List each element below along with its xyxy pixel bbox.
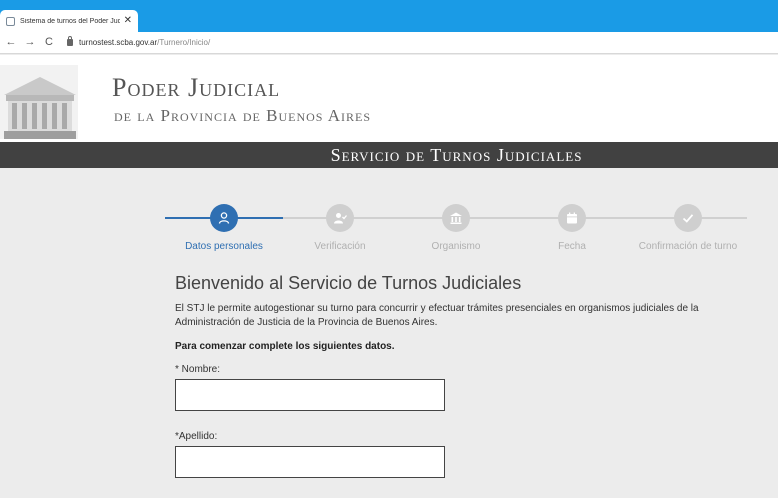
browser-tab-bar: Sistema de turnos del Poder Judic ✕ [0,0,778,32]
courthouse-logo [0,65,78,139]
org-subtitle: de la Provincia de Buenos Aires [114,106,372,125]
check-icon [674,204,702,232]
step-label: Datos personales [185,241,263,252]
url-field[interactable]: turnostest.scba.gov.ar/Turnero/Inicio/ [79,38,210,47]
step-label: Confirmación de turno [638,241,738,252]
apellido-input[interactable] [175,446,445,478]
url-path: /Turnero/Inicio/ [157,38,211,47]
person-icon [210,204,238,232]
step-label: Fecha [558,241,586,252]
intro-text: El STJ le permite autogestionar su turno… [175,302,715,330]
nombre-input[interactable] [175,379,445,411]
url-host: turnostest.scba.gov.ar [79,38,158,47]
intro-line: El STJ le permite autogestionar su turno… [175,303,699,314]
favicon-icon [6,16,15,26]
org-title: Poder Judicial [112,73,281,102]
back-arrow-icon[interactable]: ← [3,37,19,48]
apellido-label: *Apellido: [175,431,218,442]
reload-icon[interactable]: C [41,37,57,48]
service-title: Servicio de Turnos Judiciales [330,145,583,165]
form-instruction: Para comenzar complete los siguientes da… [175,341,395,352]
browser-tab[interactable]: Sistema de turnos del Poder Judic ✕ [0,10,138,32]
close-tab-icon[interactable]: ✕ [124,16,132,26]
building-icon [442,204,470,232]
lock-icon [67,36,73,46]
tab-title: Sistema de turnos del Poder Judic [20,17,120,25]
site-header: Poder Judicial de la Provincia de Buenos… [0,55,778,142]
address-bar: ← → C turnostest.scba.gov.ar/Turnero/Ini… [0,32,778,54]
nombre-label: * Nombre: [175,364,221,375]
calendar-icon [558,204,586,232]
service-bar: Servicio de Turnos Judiciales [0,142,778,168]
welcome-heading: Bienvenido al Servicio de Turnos Judicia… [175,273,522,293]
step-label: Verificación [314,241,366,252]
progress-stepper: Datos personales Verificación Organismo … [165,203,747,255]
step-label: Organismo [431,241,481,252]
user-check-icon [326,204,354,232]
intro-line: Administración de Justicia de la Provinc… [175,317,438,328]
forward-arrow-icon[interactable]: → [22,37,38,48]
